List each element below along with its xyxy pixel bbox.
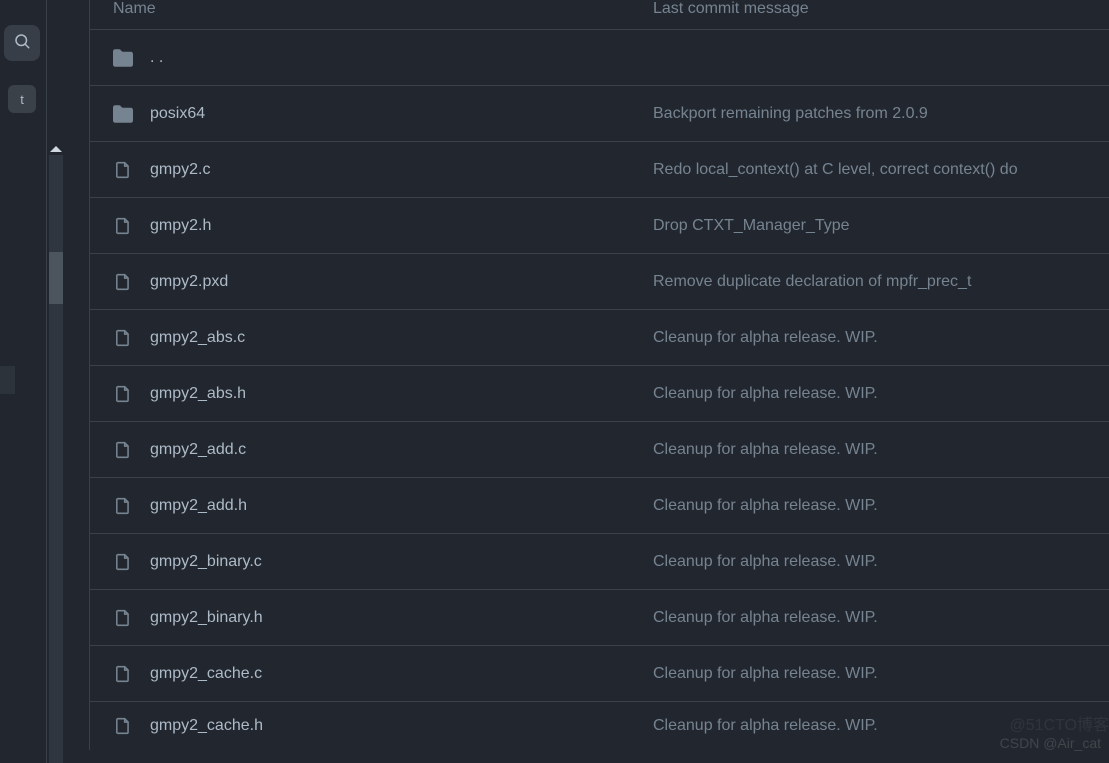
search-icon xyxy=(13,32,31,55)
table-row[interactable]: gmpy2_binary.c Cleanup for alpha release.… xyxy=(90,534,1109,590)
folder-icon xyxy=(113,104,133,124)
file-icon xyxy=(113,664,133,684)
header-name: Name xyxy=(90,0,653,18)
file-name[interactable]: gmpy2_abs.c xyxy=(150,329,245,347)
file-icon xyxy=(113,272,133,292)
file-name[interactable]: gmpy2_cache.h xyxy=(150,717,263,735)
file-name[interactable]: . . xyxy=(150,49,163,67)
file-icon xyxy=(113,496,133,516)
avatar-letter: t xyxy=(20,92,24,107)
header-msg: Last commit message xyxy=(653,0,1109,18)
user-avatar[interactable]: t xyxy=(8,85,36,113)
commit-message[interactable]: Remove duplicate declaration of mpfr_pre… xyxy=(653,273,971,290)
file-name[interactable]: posix64 xyxy=(150,105,205,123)
tool-rail: t xyxy=(0,0,47,763)
table-row[interactable]: gmpy2_abs.c Cleanup for alpha release. WI… xyxy=(90,310,1109,366)
file-icon xyxy=(113,160,133,180)
panel-tab[interactable] xyxy=(0,366,15,394)
commit-message[interactable]: Cleanup for alpha release. WIP. xyxy=(653,441,878,458)
file-name[interactable]: gmpy2_binary.h xyxy=(150,609,263,627)
commit-message[interactable]: Backport remaining patches from 2.0.9 xyxy=(653,105,928,122)
table-row[interactable]: gmpy2.pxd Remove duplicate declaration of… xyxy=(90,254,1109,310)
file-name[interactable]: gmpy2_add.h xyxy=(150,497,247,515)
commit-message[interactable]: Cleanup for alpha release. WIP. xyxy=(653,553,878,570)
search-button[interactable] xyxy=(4,25,40,61)
commit-message[interactable]: Cleanup for alpha release. WIP. xyxy=(653,665,878,682)
commit-message[interactable]: Drop CTXT_Manager_Type xyxy=(653,217,850,234)
file-name[interactable]: gmpy2.c xyxy=(150,161,210,179)
file-name[interactable]: gmpy2_add.c xyxy=(150,441,246,459)
commit-message[interactable]: Cleanup for alpha release. WIP. xyxy=(653,717,878,734)
table-row[interactable]: gmpy2_binary.h Cleanup for alpha release.… xyxy=(90,590,1109,646)
file-name[interactable]: gmpy2.pxd xyxy=(150,273,228,291)
file-name[interactable]: gmpy2_cache.c xyxy=(150,665,262,683)
main-panel: Name Last commit message . . posix64 Backp… xyxy=(67,0,1109,763)
table-row[interactable]: posix64 Backport remaining patches from 2… xyxy=(90,86,1109,142)
table-row[interactable]: gmpy2_cache.h Cleanup for alpha release. … xyxy=(90,702,1109,750)
file-icon xyxy=(113,216,133,236)
table-row[interactable]: . . xyxy=(90,30,1109,86)
file-icon xyxy=(113,328,133,348)
commit-message[interactable]: Redo local_context() at C level, correct… xyxy=(653,161,1018,178)
table-row[interactable]: gmpy2_add.c Cleanup for alpha release. WI… xyxy=(90,422,1109,478)
folder-icon xyxy=(113,48,133,68)
table-row[interactable]: gmpy2_cache.c Cleanup for alpha release. … xyxy=(90,646,1109,702)
scroll-up-arrow-icon[interactable] xyxy=(50,146,62,152)
commit-message[interactable]: Cleanup for alpha release. WIP. xyxy=(653,385,878,402)
table-row[interactable]: gmpy2_add.h Cleanup for alpha release. WI… xyxy=(90,478,1109,534)
list-header: Name Last commit message xyxy=(90,0,1109,30)
scrollbar-track[interactable] xyxy=(49,155,63,763)
commit-message[interactable]: Cleanup for alpha release. WIP. xyxy=(653,329,878,346)
file-icon xyxy=(113,608,133,628)
scrollbar-thumb[interactable] xyxy=(49,252,63,304)
file-icon xyxy=(113,716,133,736)
commit-message[interactable]: Cleanup for alpha release. WIP. xyxy=(653,497,878,514)
file-icon xyxy=(113,552,133,572)
file-list: Name Last commit message . . posix64 Backp… xyxy=(89,0,1109,750)
commit-message[interactable]: Cleanup for alpha release. WIP. xyxy=(653,609,878,626)
file-name[interactable]: gmpy2_binary.c xyxy=(150,553,262,571)
table-row[interactable]: gmpy2.h Drop CTXT_Manager_Type xyxy=(90,198,1109,254)
file-icon xyxy=(113,440,133,460)
file-name[interactable]: gmpy2.h xyxy=(150,217,211,235)
file-icon xyxy=(113,384,133,404)
table-row[interactable]: gmpy2.c Redo local_context() at C level, … xyxy=(90,142,1109,198)
file-name[interactable]: gmpy2_abs.h xyxy=(150,385,246,403)
table-row[interactable]: gmpy2_abs.h Cleanup for alpha release. WI… xyxy=(90,366,1109,422)
